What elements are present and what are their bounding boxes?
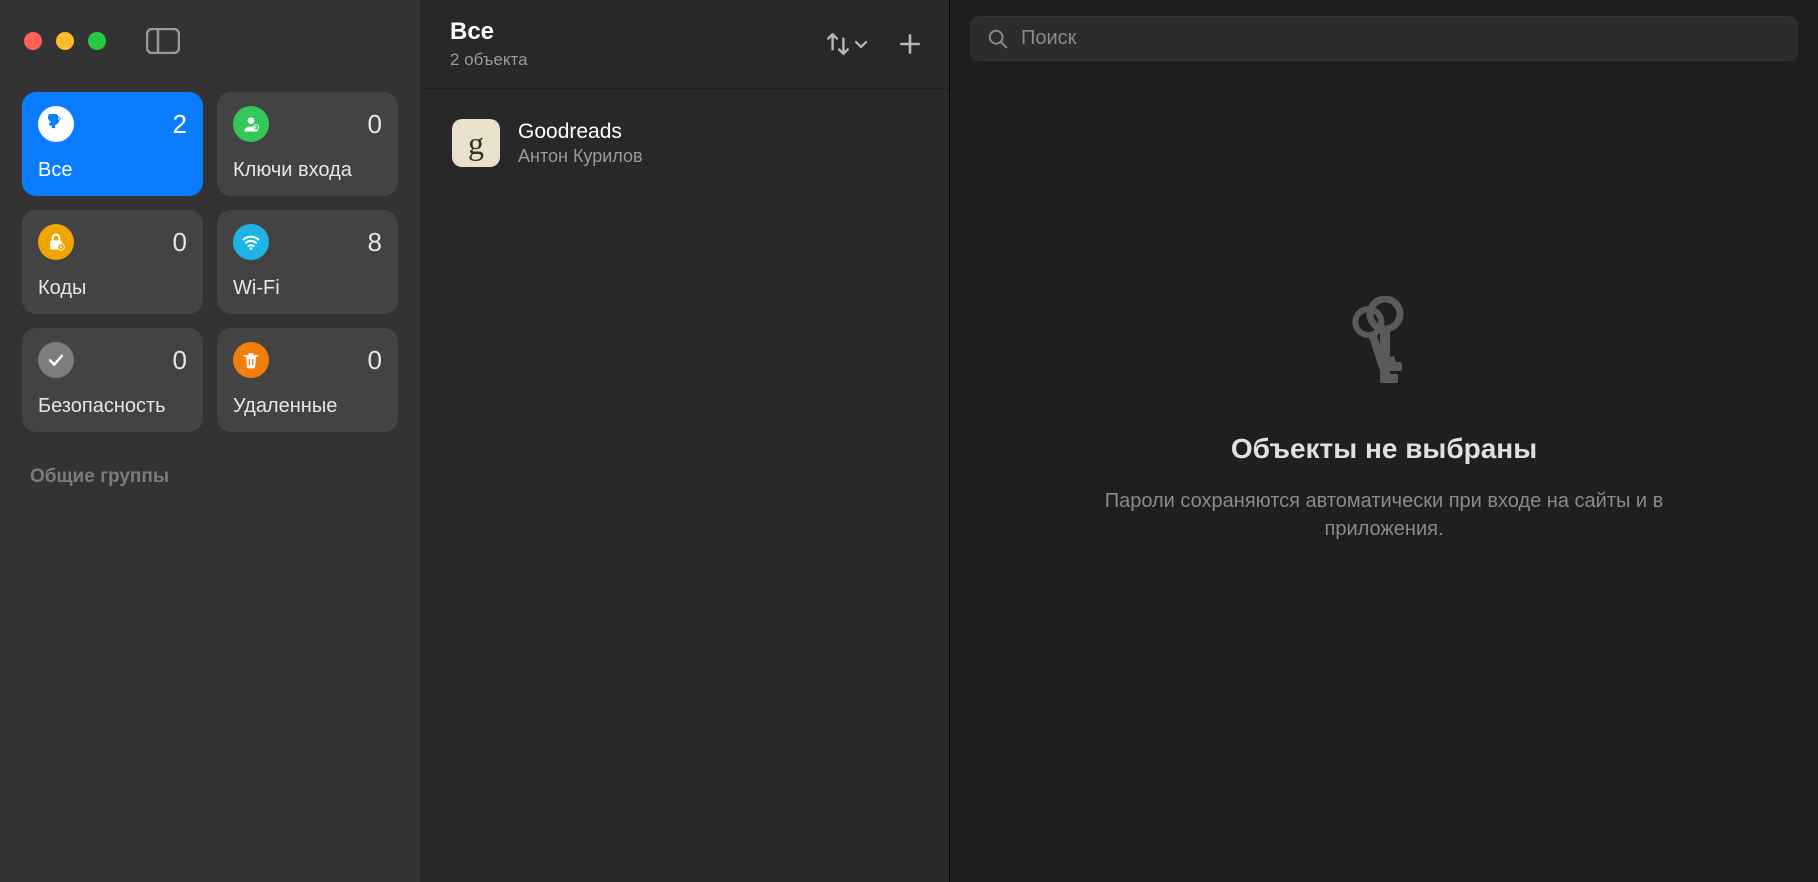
list-title: Все xyxy=(450,18,528,46)
site-icon: g xyxy=(452,119,500,167)
add-button[interactable] xyxy=(897,31,923,57)
category-grid: 2 Все 0 Ключи входа 0 Коды 8 Wi-Fi 0 Безопасность… xyxy=(0,78,420,446)
person-icon xyxy=(233,106,269,142)
list-column: Все 2 объекта gGoodre xyxy=(420,0,950,882)
category-count: 0 xyxy=(173,345,187,376)
sidebar: 2 Все 0 Ключи входа 0 Коды 8 Wi-Fi 0 Безопасность… xyxy=(0,0,420,882)
category-security[interactable]: 0 Безопасность xyxy=(22,328,203,432)
sidebar-icon xyxy=(146,28,180,54)
category-passkeys[interactable]: 0 Ключи входа xyxy=(217,92,398,196)
category-label: Wi-Fi xyxy=(233,277,382,300)
category-codes[interactable]: 0 Коды xyxy=(22,210,203,314)
detail-column: Объекты не выбраны Пароли сохраняются ав… xyxy=(950,0,1818,882)
check-icon xyxy=(38,342,74,378)
category-count: 8 xyxy=(368,227,382,258)
app-window: 2 Все 0 Ключи входа 0 Коды 8 Wi-Fi 0 Безопасность… xyxy=(0,0,1818,882)
key-icon xyxy=(38,106,74,142)
titlebar xyxy=(0,16,420,78)
keys-icon xyxy=(1349,296,1419,411)
shared-groups-header: Общие группы xyxy=(0,446,420,508)
category-all[interactable]: 2 Все xyxy=(22,92,203,196)
toggle-sidebar-button[interactable] xyxy=(146,28,180,54)
category-label: Все xyxy=(38,159,187,182)
category-label: Коды xyxy=(38,277,187,300)
minimize-window-button[interactable] xyxy=(56,32,74,50)
category-deleted[interactable]: 0 Удаленные xyxy=(217,328,398,432)
lock-icon xyxy=(38,224,74,260)
list-header: Все 2 объекта xyxy=(420,0,949,89)
empty-title: Объекты не выбраны xyxy=(1231,433,1537,465)
search-field[interactable] xyxy=(970,16,1798,61)
item-subtitle: Антон Курилов xyxy=(518,146,643,167)
category-count: 0 xyxy=(368,345,382,376)
search-input[interactable] xyxy=(1021,27,1781,50)
category-label: Ключи входа xyxy=(233,159,382,182)
wifi-icon xyxy=(233,224,269,260)
plus-icon xyxy=(897,31,923,57)
trash-icon xyxy=(233,342,269,378)
empty-description: Пароли сохраняются автоматически при вхо… xyxy=(1074,487,1694,543)
category-count: 0 xyxy=(368,109,382,140)
window-controls xyxy=(24,32,106,50)
category-label: Удаленные xyxy=(233,395,382,418)
list-subtitle: 2 объекта xyxy=(450,50,528,70)
item-title: Goodreads xyxy=(518,120,643,144)
search-icon xyxy=(987,28,1009,50)
category-label: Безопасность xyxy=(38,395,187,418)
detail-header xyxy=(950,0,1818,77)
list-actions xyxy=(825,31,923,57)
chevron-down-icon xyxy=(853,36,869,52)
empty-state: Объекты не выбраны Пароли сохраняются ав… xyxy=(950,77,1818,882)
category-count: 0 xyxy=(173,227,187,258)
list-item[interactable]: g GoodreadsАнтон Курилов xyxy=(436,107,933,179)
sort-button[interactable] xyxy=(825,31,869,57)
sort-icon xyxy=(825,31,851,57)
category-count: 2 xyxy=(173,109,187,140)
close-window-button[interactable] xyxy=(24,32,42,50)
category-wifi[interactable]: 8 Wi-Fi xyxy=(217,210,398,314)
fullscreen-window-button[interactable] xyxy=(88,32,106,50)
list-body: g GoodreadsАнтон Курилов xyxy=(420,89,949,197)
